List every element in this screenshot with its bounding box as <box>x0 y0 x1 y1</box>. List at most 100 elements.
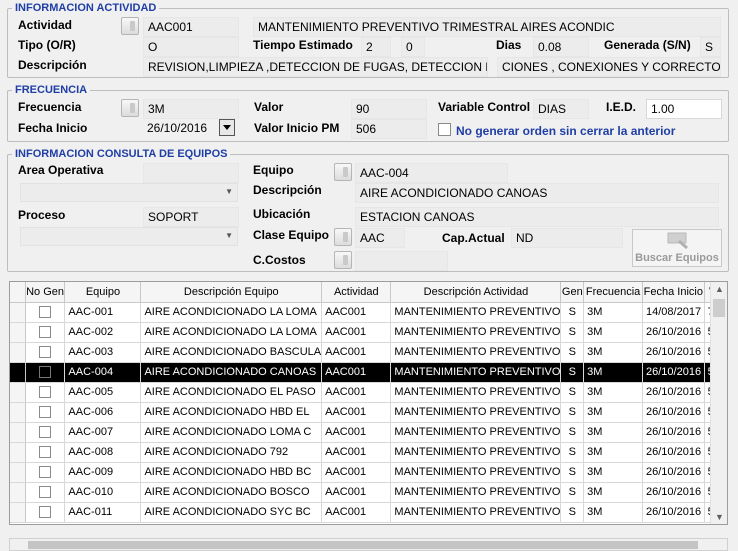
no-gen-checkbox[interactable] <box>39 486 52 499</box>
no-gen-checkbox-cell[interactable] <box>25 322 66 343</box>
no-gen-checkbox[interactable] <box>39 306 52 319</box>
no-gen-checkbox-cell[interactable] <box>25 502 66 523</box>
no-gen-checkbox[interactable] <box>39 506 52 519</box>
fecha-inicio-cell[interactable]: 26/10/2016 <box>642 402 705 423</box>
fecha-inicio-cell[interactable]: 26/10/2016 <box>642 342 705 363</box>
frecuencia-cell[interactable]: 3M <box>583 482 644 503</box>
actividad-cell[interactable]: AAC001 <box>321 482 392 503</box>
fecha-inicio-cell[interactable]: 26/10/2016 <box>642 502 705 523</box>
scroll-up-icon[interactable]: ▲ <box>715 284 724 294</box>
actividad-cell[interactable]: AAC001 <box>321 342 392 363</box>
fecha-inicio-cell[interactable]: 26/10/2016 <box>642 482 705 503</box>
frecuencia-cell[interactable]: 3M <box>583 382 644 403</box>
no-gen-checkbox[interactable] <box>39 426 52 439</box>
descripcion-equipo-cell[interactable]: AIRE ACONDICIONADO 792 <box>140 442 323 463</box>
fecha-inicio-cell[interactable]: 26/10/2016 <box>642 322 705 343</box>
no-gen-checkbox[interactable] <box>39 406 52 419</box>
clase-equipo-search-button[interactable] <box>334 228 352 246</box>
col-header-fecha-inicio[interactable]: Fecha Inicio <box>642 282 705 303</box>
clase-equipo-field[interactable]: AAC <box>355 228 405 248</box>
no-gen-checkbox-cell[interactable] <box>25 422 66 443</box>
no-gen-checkbox-cell[interactable] <box>25 402 66 423</box>
costos-search-button[interactable] <box>334 251 352 269</box>
gen-cell[interactable]: S <box>560 502 585 523</box>
descripcion-equipo-cell[interactable]: AIRE ACONDICIONADO HBD EL <box>140 402 323 423</box>
actividad-cell[interactable]: AAC001 <box>321 302 392 323</box>
table-row[interactable]: AAC-006 AIRE ACONDICIONADO HBD EL AAC001 MA… <box>10 402 727 423</box>
frecuencia-cell[interactable]: 3M <box>583 442 644 463</box>
descripcion-equipo-cell[interactable]: AIRE ACONDICIONADO LOMA C <box>140 422 323 443</box>
fecha-inicio-cell[interactable]: 26/10/2016 <box>642 382 705 403</box>
descripcion-field-1[interactable]: REVISION,LIMPIEZA ,DETECCION DE FUGAS, D… <box>143 57 488 77</box>
area-operativa-select[interactable]: ▼ <box>20 183 238 202</box>
no-generar-checkbox[interactable] <box>438 123 451 136</box>
equipo-field[interactable]: AAC-004 <box>355 163 508 183</box>
frecuencia-cell[interactable]: 3M <box>583 362 644 383</box>
table-row[interactable]: AAC-007 AIRE ACONDICIONADO LOMA C AAC001 MA… <box>10 422 727 443</box>
table-row[interactable]: AAC-002 AIRE ACONDICIONADO LA LOMA AAC001 M… <box>10 322 727 343</box>
equipo-cell[interactable]: AAC-005 <box>64 382 142 403</box>
col-header-no-gen[interactable]: No Gen <box>25 282 66 303</box>
row-header[interactable] <box>10 502 26 523</box>
col-header-frecuencia[interactable]: Frecuencia <box>583 282 644 303</box>
costos-field[interactable] <box>355 251 448 271</box>
scroll-thumb[interactable] <box>713 299 725 317</box>
descripcion-actividad-cell[interactable]: MANTENIMIENTO PREVENTIVO <box>390 302 562 323</box>
table-row[interactable]: AAC-009 AIRE ACONDICIONADO HBD BC AAC001 MA… <box>10 462 727 483</box>
fecha-inicio-cell[interactable]: 26/10/2016 <box>642 462 705 483</box>
table-row[interactable]: AAC-004 AIRE ACONDICIONADO CANOAS AAC001 MA… <box>10 362 727 383</box>
no-gen-checkbox[interactable] <box>39 466 52 479</box>
equipo-descripcion-field[interactable]: AIRE ACONDICIONADO CANOAS <box>355 183 719 203</box>
ubicacion-field[interactable]: ESTACION CANOAS <box>355 207 719 227</box>
descripcion-equipo-cell[interactable]: AIRE ACONDICIONADO BASCULA <box>140 342 323 363</box>
descripcion-actividad-cell[interactable]: MANTENIMIENTO PREVENTIVO <box>390 422 562 443</box>
gen-cell[interactable]: S <box>560 422 585 443</box>
row-header[interactable] <box>10 382 26 403</box>
col-header-descripcion-equipo[interactable]: Descripción Equipo <box>140 282 323 303</box>
table-row[interactable]: AAC-011 AIRE ACONDICIONADO SYC BC AAC001 MA… <box>10 502 727 523</box>
equipos-grid[interactable]: No Gen Equipo Descripción Equipo Activid… <box>9 281 728 525</box>
fecha-inicio-cell[interactable]: 26/10/2016 <box>642 442 705 463</box>
descripcion-equipo-cell[interactable]: AIRE ACONDICIONADO LA LOMA <box>140 302 323 323</box>
gen-cell[interactable]: S <box>560 382 585 403</box>
generada-field[interactable]: S <box>700 37 721 57</box>
fecha-inicio-cell[interactable]: 14/08/2017 <box>642 302 705 323</box>
equipo-cell[interactable]: AAC-010 <box>64 482 142 503</box>
proceso-field[interactable]: SOPORT <box>143 207 239 227</box>
col-header-equipo[interactable]: Equipo <box>64 282 142 303</box>
equipo-search-button[interactable] <box>334 163 352 181</box>
table-row[interactable]: AAC-003 AIRE ACONDICIONADO BASCULA AAC001 M… <box>10 342 727 363</box>
no-gen-checkbox-cell[interactable] <box>25 362 66 383</box>
fecha-inicio-field[interactable]: 26/10/2016 <box>143 119 219 139</box>
frecuencia-cell[interactable]: 3M <box>583 322 644 343</box>
tiempo-estimado-field-2[interactable]: 0 <box>401 37 425 57</box>
descripcion-actividad-cell[interactable]: MANTENIMIENTO PREVENTIVO <box>390 502 562 523</box>
row-header[interactable] <box>10 302 26 323</box>
buscar-equipos-button[interactable]: Buscar Equipos <box>632 229 722 267</box>
tipo-field[interactable]: O <box>143 37 239 57</box>
frecuencia-cell[interactable]: 3M <box>583 422 644 443</box>
no-gen-checkbox[interactable] <box>39 346 52 359</box>
equipo-cell[interactable]: AAC-003 <box>64 342 142 363</box>
frecuencia-cell[interactable]: 3M <box>583 402 644 423</box>
descripcion-equipo-cell[interactable]: AIRE ACONDICIONADO HBD BC <box>140 462 323 483</box>
descripcion-actividad-cell[interactable]: MANTENIMIENTO PREVENTIVO <box>390 442 562 463</box>
valor-inicio-field[interactable]: 506 <box>351 119 427 139</box>
actividad-cell[interactable]: AAC001 <box>321 422 392 443</box>
row-header[interactable] <box>10 422 26 443</box>
gen-cell[interactable]: S <box>560 402 585 423</box>
descripcion-actividad-cell[interactable]: MANTENIMIENTO PREVENTIVO <box>390 322 562 343</box>
actividad-cell[interactable]: AAC001 <box>321 362 392 383</box>
table-row[interactable]: AAC-010 AIRE ACONDICIONADO BOSCO AAC001 MAN… <box>10 482 727 503</box>
frecuencia-search-button[interactable] <box>121 99 139 117</box>
descripcion-actividad-cell[interactable]: MANTENIMIENTO PREVENTIVO <box>390 402 562 423</box>
actividad-cell[interactable]: AAC001 <box>321 462 392 483</box>
no-gen-checkbox-cell[interactable] <box>25 482 66 503</box>
row-header[interactable] <box>10 462 26 483</box>
equipo-cell[interactable]: AAC-004 <box>64 362 142 383</box>
descripcion-equipo-cell[interactable]: AIRE ACONDICIONADO EL PASO <box>140 382 323 403</box>
actividad-cell[interactable]: AAC001 <box>321 442 392 463</box>
equipo-cell[interactable]: AAC-001 <box>64 302 142 323</box>
equipo-cell[interactable]: AAC-002 <box>64 322 142 343</box>
row-header[interactable] <box>10 402 26 423</box>
